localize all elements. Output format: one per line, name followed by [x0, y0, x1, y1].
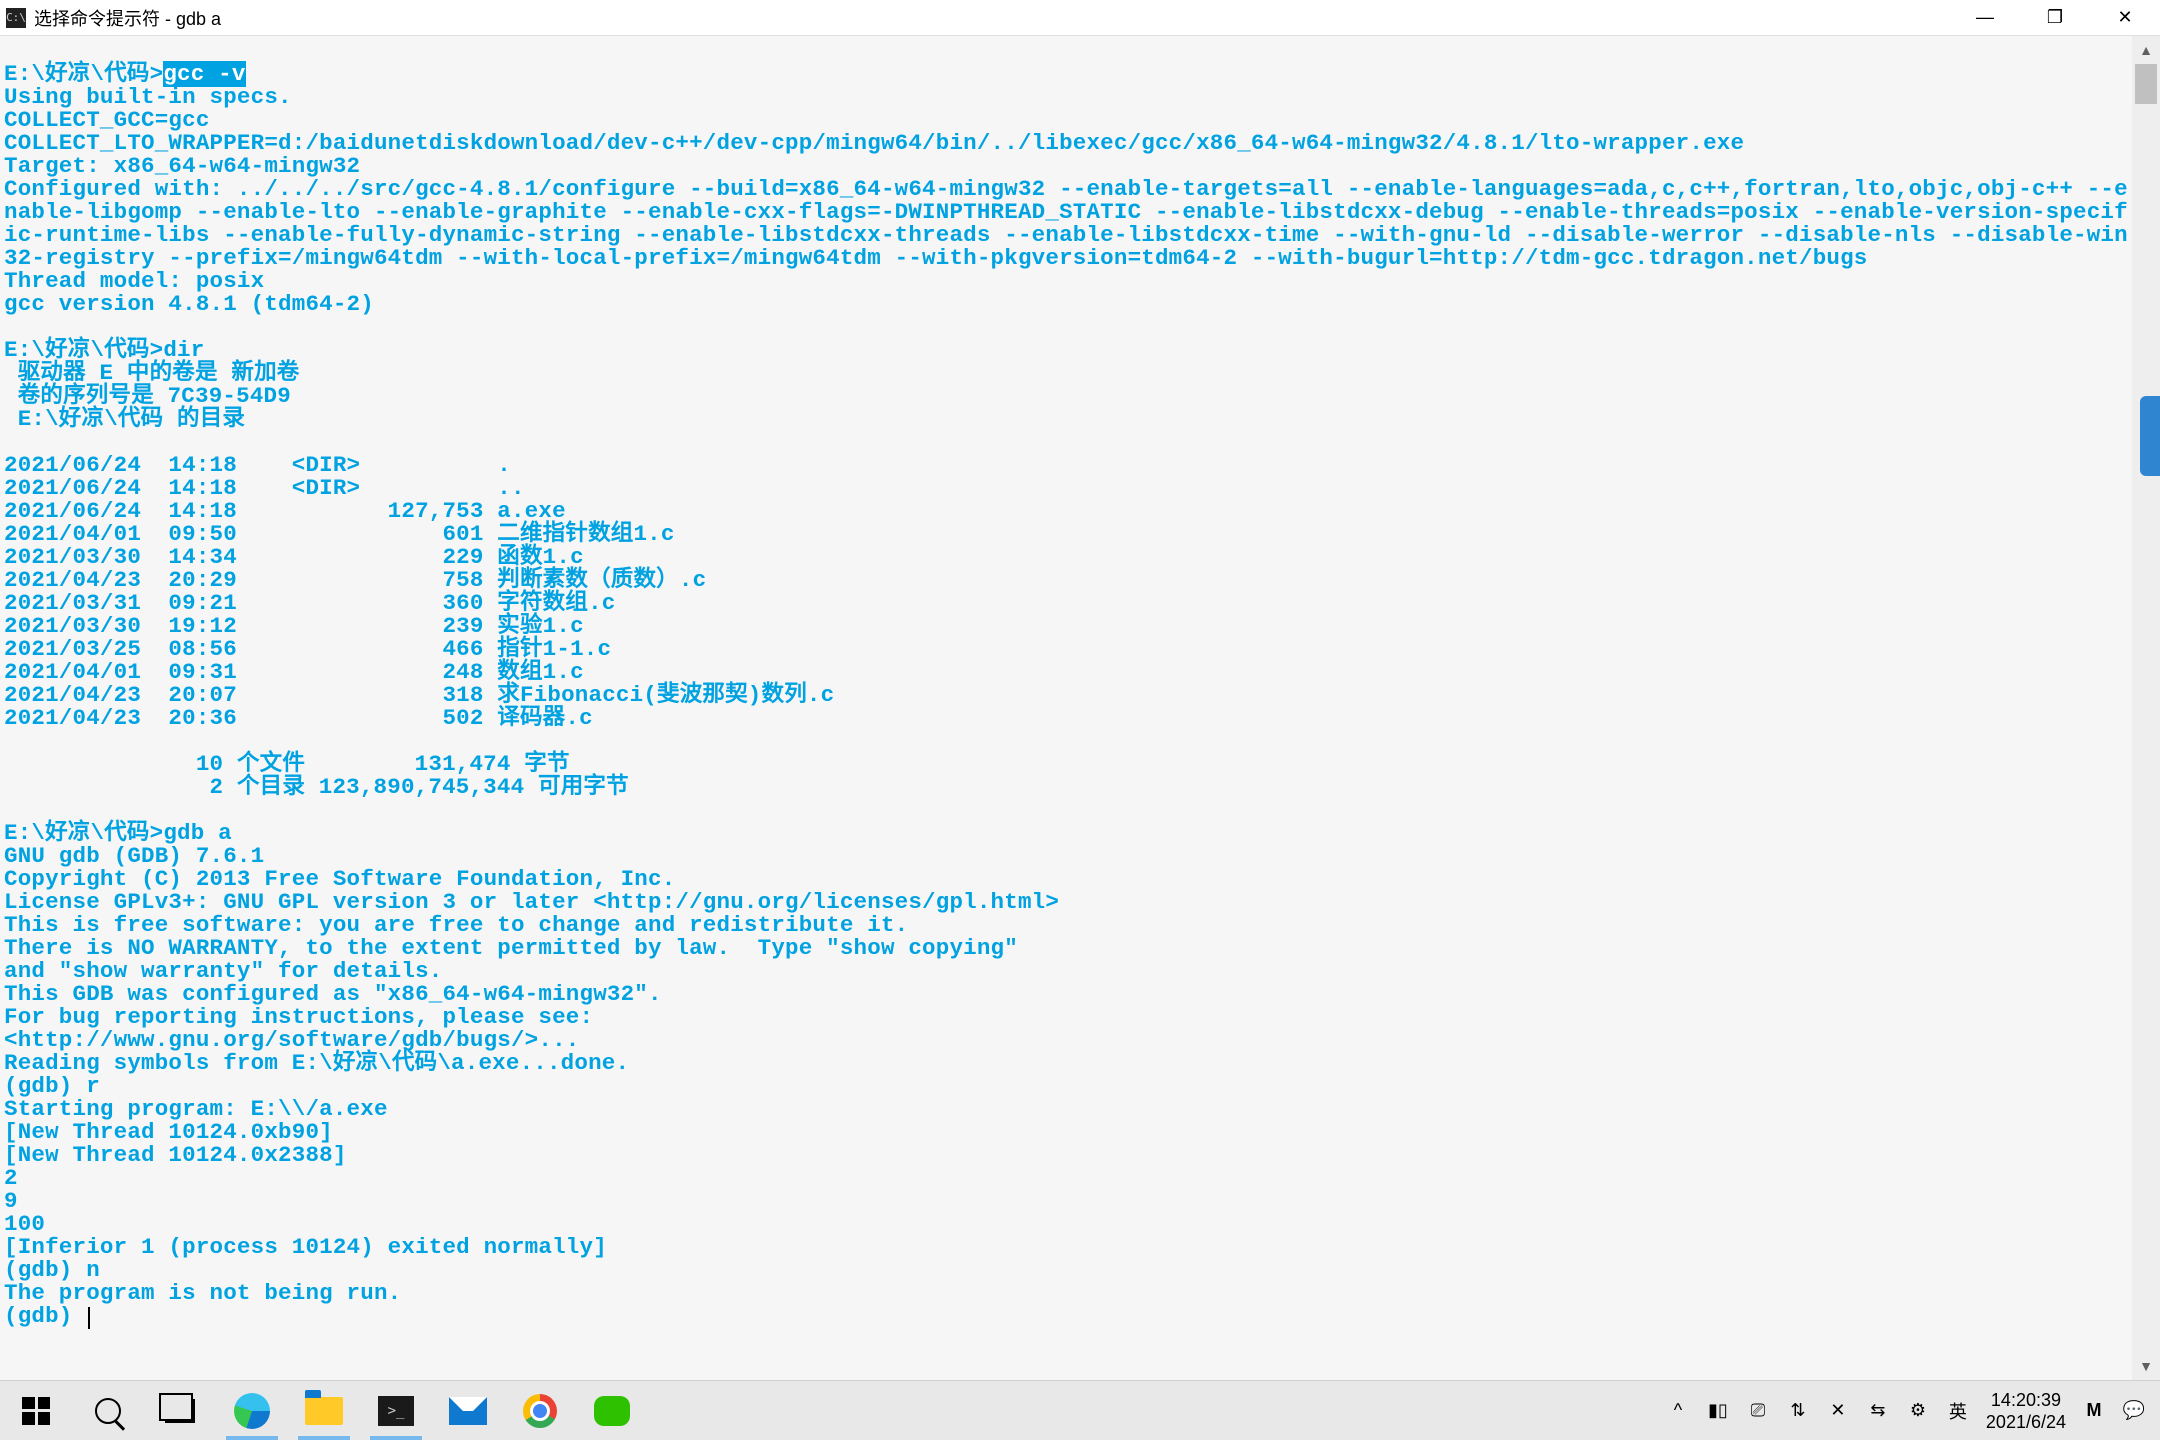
gcc-output: Using built-in specs.COLLECT_GCC=gccCOLL… [4, 86, 2132, 316]
terminal-line: Thread model: posix [4, 270, 2132, 293]
terminal-line: COLLECT_GCC=gcc [4, 109, 2132, 132]
terminal-output[interactable]: E:\好凉\代码>gcc -v Using built-in specs.COL… [0, 36, 2132, 1380]
terminal-line: 100 [4, 1213, 2132, 1236]
terminal-line: 10 个文件 131,474 字节 [4, 753, 2132, 776]
gdb-output: GNU gdb (GDB) 7.6.1Copyright (C) 2013 Fr… [4, 845, 2132, 1329]
terminal-line: License GPLv3+: GNU GPL version 3 or lat… [4, 891, 2132, 914]
vertical-scrollbar[interactable]: ▲ ▼ [2132, 36, 2160, 1380]
clock-date: 2021/6/24 [1986, 1411, 2066, 1433]
terminal-line: <http://www.gnu.org/software/gdb/bugs/>.… [4, 1029, 2132, 1052]
terminal-line: Using built-in specs. [4, 86, 2132, 109]
dir-listing: 2021/06/24 14:18 <DIR> .2021/06/24 14:18… [4, 454, 2132, 730]
terminal-line: Target: x86_64-w64-mingw32 [4, 155, 2132, 178]
scroll-up-icon[interactable]: ▲ [2132, 36, 2160, 64]
cursor [88, 1307, 90, 1329]
terminal-line: 2021/04/01 09:31 248 数组1.c [4, 661, 2132, 684]
terminal-line: COLLECT_LTO_WRAPPER=d:/baidunetdiskdownl… [4, 132, 2132, 155]
taskbar: >_ ^ ▮▯ ⎚ ⇅ ✕ ⇆ ⚙ 英 14:20:39 2021/6/24 M… [0, 1380, 2160, 1440]
terminal-line: and "show warranty" for details. [4, 960, 2132, 983]
screen-icon[interactable]: ⎚ [1746, 1399, 1770, 1423]
tray-chevron-icon[interactable]: ^ [1666, 1399, 1690, 1423]
link-icon[interactable]: ⇆ [1866, 1399, 1890, 1423]
window: C:\ 选择命令提示符 - gdb a — ❐ ✕ E:\好凉\代码>gcc -… [0, 0, 2160, 1440]
scroll-down-icon[interactable]: ▼ [2132, 1352, 2160, 1380]
ime-brand-icon[interactable]: M [2082, 1399, 2106, 1423]
terminal-line: There is NO WARRANTY, to the extent perm… [4, 937, 2132, 960]
terminal-line: 2021/03/30 14:34 229 函数1.c [4, 546, 2132, 569]
terminal-line: 2021/06/24 14:18 <DIR> .. [4, 477, 2132, 500]
terminal-line: (gdb) r [4, 1075, 2132, 1098]
clock-time: 14:20:39 [1986, 1389, 2066, 1411]
wechat-icon [594, 1396, 630, 1426]
taskview-icon [165, 1399, 195, 1423]
terminal-line: Starting program: E:\\/a.exe [4, 1098, 2132, 1121]
terminal-line: (gdb) [4, 1305, 2132, 1329]
notification-icon[interactable]: 💬 [2122, 1399, 2146, 1423]
terminal-line: Configured with: ../../../src/gcc-4.8.1/… [4, 178, 2132, 270]
window-title: 选择命令提示符 - gdb a [34, 5, 221, 31]
terminal-line: 2021/03/30 19:12 239 实验1.c [4, 615, 2132, 638]
dir-header: 驱动器 E 中的卷是 新加卷 卷的序列号是 7C39-54D9 E:\好凉\代码… [4, 362, 2132, 431]
chrome-app[interactable] [504, 1381, 576, 1440]
search-button[interactable] [72, 1381, 144, 1440]
terminal-line: 2021/04/23 20:07 318 求Fibonacci(斐波那契)数列.… [4, 684, 2132, 707]
terminal-line: 2021/04/23 20:36 502 译码器.c [4, 707, 2132, 730]
tool-icon[interactable]: ⚙ [1906, 1399, 1930, 1423]
terminal-line: For bug reporting instructions, please s… [4, 1006, 2132, 1029]
file-explorer-app[interactable] [288, 1381, 360, 1440]
terminal-line: (gdb) n [4, 1259, 2132, 1282]
terminal-line: Copyright (C) 2013 Free Software Foundat… [4, 868, 2132, 891]
terminal-line: 2021/06/24 14:18 <DIR> . [4, 454, 2132, 477]
edge-app[interactable] [216, 1381, 288, 1440]
cmd-icon: >_ [378, 1396, 414, 1426]
terminal-line: [New Thread 10124.0xb90] [4, 1121, 2132, 1144]
terminal-line: 2021/03/25 08:56 466 指针1-1.c [4, 638, 2132, 661]
chrome-icon [523, 1394, 557, 1428]
terminal-line: 2021/03/31 09:21 360 字符数组.c [4, 592, 2132, 615]
terminal-line: The program is not being run. [4, 1282, 2132, 1305]
sound-icon[interactable]: ✕ [1826, 1399, 1850, 1423]
cmd-title-icon: C:\ [6, 8, 26, 28]
clock[interactable]: 14:20:39 2021/6/24 [1986, 1389, 2066, 1433]
terminal-line: 2021/04/23 20:29 758 判断素数（质数）.c [4, 569, 2132, 592]
ime-indicator[interactable]: 英 [1946, 1399, 1970, 1423]
cmd-app[interactable]: >_ [360, 1381, 432, 1440]
start-button[interactable] [0, 1381, 72, 1440]
mail-app[interactable] [432, 1381, 504, 1440]
mail-icon [449, 1397, 487, 1425]
terminal-line: gcc version 4.8.1 (tdm64-2) [4, 293, 2132, 316]
terminal-line: 卷的序列号是 7C39-54D9 [4, 385, 2132, 408]
search-icon [95, 1398, 121, 1424]
task-view-button[interactable] [144, 1381, 216, 1440]
system-tray[interactable]: ^ ▮▯ ⎚ ⇅ ✕ ⇆ ⚙ 英 14:20:39 2021/6/24 M 💬 [1652, 1381, 2160, 1440]
folder-icon [305, 1397, 343, 1425]
minimize-button[interactable]: — [1950, 0, 2020, 36]
titlebar[interactable]: C:\ 选择命令提示符 - gdb a — ❐ ✕ [0, 0, 2160, 36]
terminal-line: This GDB was configured as "x86_64-w64-m… [4, 983, 2132, 1006]
scroll-thumb[interactable] [2135, 64, 2157, 104]
terminal-line: 2 个目录 123,890,745,344 可用字节 [4, 776, 2132, 799]
edge-icon [234, 1393, 270, 1429]
terminal-line: E:\好凉\代码 的目录 [4, 408, 2132, 431]
wechat-app[interactable] [576, 1381, 648, 1440]
terminal-line: This is free software: you are free to c… [4, 914, 2132, 937]
maximize-button[interactable]: ❐ [2020, 0, 2090, 36]
terminal-area: E:\好凉\代码>gcc -v Using built-in specs.COL… [0, 36, 2160, 1380]
network-icon[interactable]: ⇅ [1786, 1399, 1810, 1423]
side-tab-icon[interactable] [2140, 396, 2160, 476]
terminal-line: 驱动器 E 中的卷是 新加卷 [4, 362, 2132, 385]
terminal-line: GNU gdb (GDB) 7.6.1 [4, 845, 2132, 868]
terminal-line: [Inferior 1 (process 10124) exited norma… [4, 1236, 2132, 1259]
terminal-line: 9 [4, 1190, 2132, 1213]
close-button[interactable]: ✕ [2090, 0, 2160, 36]
scroll-track[interactable] [2132, 64, 2160, 1352]
terminal-line: Reading symbols from E:\好凉\代码\a.exe...do… [4, 1052, 2132, 1075]
windows-icon [22, 1397, 50, 1425]
terminal-line: [New Thread 10124.0x2388] [4, 1144, 2132, 1167]
terminal-line: 2021/06/24 14:18 127,753 a.exe [4, 500, 2132, 523]
dir-summary: 10 个文件 131,474 字节 2 个目录 123,890,745,344 … [4, 753, 2132, 799]
battery-icon[interactable]: ▮▯ [1706, 1399, 1730, 1423]
terminal-line: 2 [4, 1167, 2132, 1190]
terminal-line: 2021/04/01 09:50 601 二维指针数组1.c [4, 523, 2132, 546]
